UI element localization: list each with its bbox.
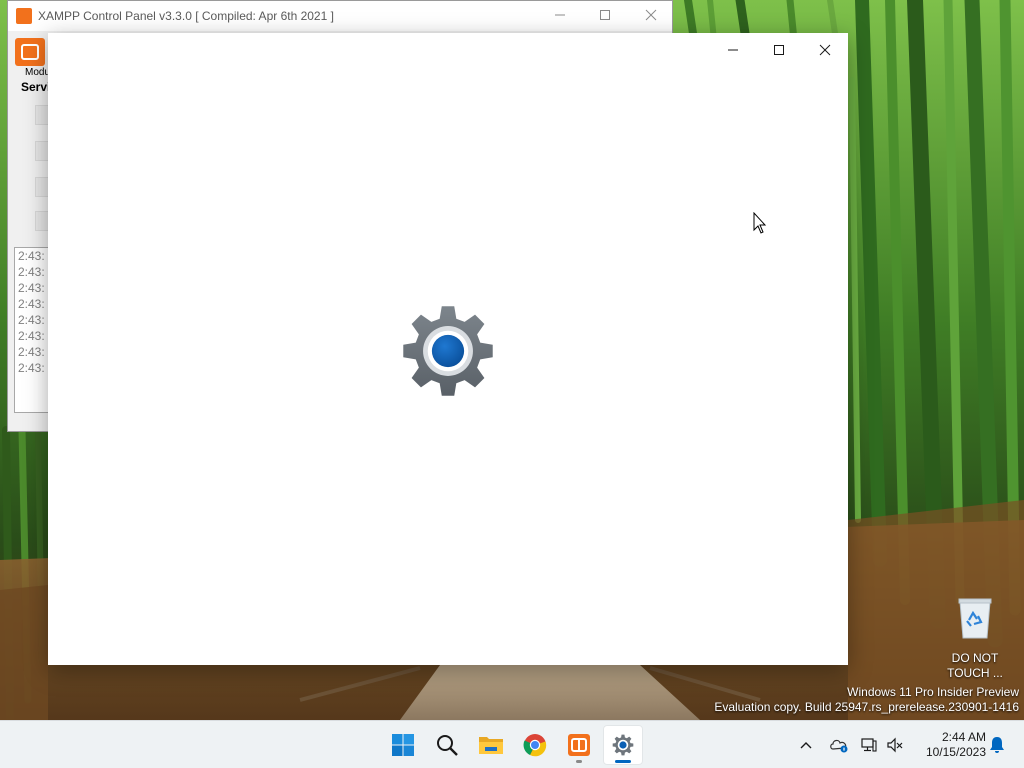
xampp-close-button[interactable] xyxy=(637,5,665,27)
settings-icon xyxy=(612,734,634,756)
onedrive-tray-button[interactable] xyxy=(827,729,851,761)
recycle-bin-desktop-icon[interactable]: DO NOT TOUCH ... xyxy=(940,596,1010,681)
file-explorer-icon xyxy=(479,737,503,754)
taskbar-xampp[interactable] xyxy=(559,725,599,765)
watermark-line: Windows 11 Pro Insider Preview xyxy=(847,685,1019,699)
taskbar-chrome[interactable] xyxy=(515,725,555,765)
network-icon xyxy=(861,738,877,752)
xampp-modules-label: Modu xyxy=(25,67,51,78)
recycle-bin-icon xyxy=(958,598,992,639)
minimize-icon xyxy=(728,49,738,51)
close-icon xyxy=(645,9,657,21)
close-icon xyxy=(819,44,831,56)
network-tray-button[interactable] xyxy=(858,729,880,761)
clock-date: 10/15/2023 xyxy=(925,745,986,759)
running-indicator xyxy=(576,760,582,763)
onedrive-icon xyxy=(830,739,848,753)
settings-close-button[interactable] xyxy=(802,35,848,65)
xampp-titlebar[interactable]: XAMPP Control Panel v3.3.0 [ Compiled: A… xyxy=(8,1,672,31)
chevron-up-icon xyxy=(800,742,812,749)
taskbar-file-explorer[interactable] xyxy=(471,725,511,765)
notifications-button[interactable] xyxy=(986,729,1008,761)
recycle-bin-label-line: DO NOT xyxy=(951,651,999,665)
taskbar-settings[interactable] xyxy=(603,725,643,765)
taskbar: 2:44 AM 10/15/2023 xyxy=(0,720,1024,768)
chrome-icon xyxy=(523,734,547,757)
settings-window[interactable] xyxy=(48,33,848,665)
settings-gear-icon xyxy=(403,306,493,396)
recycle-bin-label: DO NOT TOUCH ... xyxy=(940,651,1010,681)
windows-evaluation-watermark: Windows 11 Pro Insider Preview Evaluatio… xyxy=(714,685,1019,715)
xampp-icon xyxy=(568,734,590,756)
mouse-pointer-icon xyxy=(753,212,767,234)
maximize-icon xyxy=(774,45,784,55)
xampp-logo-icon xyxy=(16,8,32,24)
taskbar-search-button[interactable] xyxy=(427,725,467,765)
show-hidden-icons-button[interactable] xyxy=(796,729,816,761)
settings-minimize-button[interactable] xyxy=(710,35,756,65)
xampp-service-label: Servi xyxy=(21,80,51,94)
search-icon xyxy=(437,735,458,756)
xampp-window-title: XAMPP Control Panel v3.3.0 [ Compiled: A… xyxy=(38,9,334,23)
xampp-minimize-button[interactable] xyxy=(546,5,574,27)
xampp-maximize-button[interactable] xyxy=(591,5,619,27)
start-button[interactable] xyxy=(383,725,423,765)
maximize-icon xyxy=(600,10,610,20)
taskbar-clock[interactable]: 2:44 AM 10/15/2023 xyxy=(914,729,986,761)
volume-muted-icon xyxy=(887,737,903,753)
minimize-icon xyxy=(555,14,565,16)
settings-maximize-button[interactable] xyxy=(756,35,802,65)
xampp-logo-icon xyxy=(15,38,45,66)
bell-icon xyxy=(990,737,1004,753)
clock-time: 2:44 AM xyxy=(941,730,986,744)
recycle-bin-label-line: TOUCH ... xyxy=(947,666,1003,680)
active-indicator xyxy=(615,760,631,763)
start-icon xyxy=(392,734,414,756)
watermark-line: Evaluation copy. Build 25947.rs_prerelea… xyxy=(714,700,1019,714)
volume-tray-button[interactable] xyxy=(884,729,906,761)
